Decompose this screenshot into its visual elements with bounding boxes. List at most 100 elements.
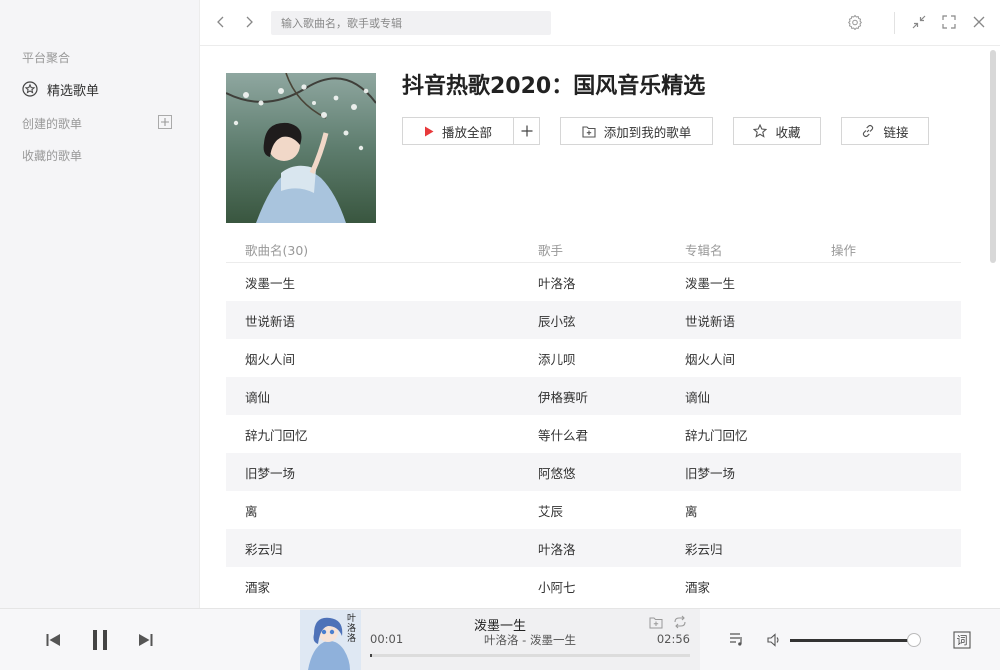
song-artist[interactable]: 小阿七: [538, 577, 576, 596]
sidebar-section-favorites: 收藏的歌单: [22, 149, 83, 163]
song-artist[interactable]: 艾辰: [538, 501, 563, 520]
next-button[interactable]: [137, 631, 155, 649]
volume-handle[interactable]: [906, 633, 921, 647]
sidebar-item-label: 精选歌单: [47, 83, 100, 99]
volume-button[interactable]: [765, 631, 783, 649]
sidebar-item-featured[interactable]: 精选歌单: [22, 79, 99, 99]
search-input[interactable]: [271, 11, 551, 35]
add-to-queue-button[interactable]: [513, 117, 540, 145]
song-title: 旧梦一场: [245, 466, 296, 481]
table-row[interactable]: 彩云归 叶洛洛 彩云归: [226, 529, 961, 567]
lyrics-button[interactable]: 词: [952, 630, 972, 650]
link-icon: [863, 124, 874, 138]
repeat-icon: [674, 615, 686, 629]
playlist-title: 抖音热歌2020：国风音乐精选: [402, 74, 706, 99]
table-row[interactable]: 酒家 小阿七 酒家: [226, 567, 961, 605]
cover-text: 叶洛洛: [347, 614, 357, 644]
song-artist[interactable]: 阿悠悠: [538, 463, 576, 482]
repeat-button[interactable]: [673, 615, 687, 629]
song-artist[interactable]: 叶洛洛: [538, 273, 576, 292]
play-all-label: 播放全部: [441, 124, 492, 140]
table-row[interactable]: 辞九门回忆 等什么君 辞九门回忆: [226, 415, 961, 453]
song-album[interactable]: 泼墨一生: [685, 273, 735, 292]
chevron-right-icon: [246, 16, 253, 28]
song-album[interactable]: 谪仙: [685, 387, 710, 406]
sidebar: 平台聚合 精选歌单 创建的歌单 收藏的歌单: [0, 0, 200, 608]
link-button[interactable]: 链接: [841, 117, 929, 145]
star-icon: [753, 124, 768, 138]
song-artist[interactable]: 辰小弦: [538, 311, 576, 330]
add-playlist-button[interactable]: [158, 115, 172, 129]
progress-bar[interactable]: [370, 654, 690, 657]
pause-icon: [93, 630, 107, 650]
top-bar: [200, 0, 1000, 46]
speaker-icon: [767, 633, 779, 647]
sidebar-section-created: 创建的歌单: [22, 117, 83, 131]
add-to-my-playlist-button[interactable]: 添加到我的歌单: [560, 117, 713, 145]
shrink-icon: [912, 15, 926, 29]
add-current-to-playlist-button[interactable]: [649, 615, 663, 629]
volume-slider[interactable]: [790, 639, 920, 642]
table-row[interactable]: 世说新语 辰小弦 世说新语: [226, 301, 961, 339]
song-artist[interactable]: 叶洛洛: [538, 539, 576, 558]
song-title: 彩云归: [245, 542, 283, 557]
settings-button[interactable]: [845, 12, 865, 32]
star-circle-icon: [22, 81, 38, 97]
add-to-my-playlist-label: 添加到我的歌单: [603, 124, 692, 140]
previous-button[interactable]: [44, 631, 62, 649]
table-row[interactable]: 烟火人间 添儿呗 烟火人间: [226, 339, 961, 377]
song-artist[interactable]: 等什么君: [538, 425, 588, 444]
sidebar-section-platform: 平台聚合: [22, 51, 71, 65]
song-title: 泼墨一生: [245, 276, 296, 291]
current-time: 00:01: [370, 632, 404, 646]
plus-icon: [161, 118, 169, 126]
forward-button[interactable]: [240, 13, 258, 31]
close-button[interactable]: [969, 12, 989, 32]
scrollbar-thumb[interactable]: [990, 50, 996, 263]
header-artist[interactable]: 歌手: [538, 240, 563, 259]
play-all-button[interactable]: 播放全部: [402, 117, 513, 145]
song-album[interactable]: 旧梦一场: [685, 463, 735, 482]
table-row[interactable]: 离 艾辰 离: [226, 491, 961, 529]
song-album[interactable]: 离: [685, 501, 698, 520]
skip-previous-icon: [46, 634, 60, 646]
total-time: 02:56: [656, 632, 690, 646]
song-album[interactable]: 酒家: [685, 577, 710, 596]
skip-next-icon: [139, 634, 153, 646]
header-album[interactable]: 专辑名: [685, 240, 723, 259]
now-playing-artist-album: 叶洛洛 - 泼墨一生: [484, 633, 576, 647]
table-row[interactable]: 旧梦一场 阿悠悠 旧梦一场: [226, 453, 961, 491]
chevron-left-icon: [217, 16, 224, 28]
mini-mode-button[interactable]: [909, 12, 929, 32]
toolbar-divider: [894, 12, 895, 34]
song-title: 烟火人间: [245, 352, 296, 367]
now-playing-cover[interactable]: 叶洛洛: [300, 610, 361, 670]
back-button[interactable]: [212, 13, 230, 31]
song-title: 辞九门回忆: [245, 428, 308, 443]
pause-button[interactable]: [89, 628, 111, 652]
song-title: 世说新语: [245, 314, 296, 329]
favorite-label: 收藏: [775, 124, 801, 140]
header-title[interactable]: 歌曲名(30): [245, 240, 308, 259]
song-album[interactable]: 彩云归: [685, 539, 723, 558]
player-bar: 叶洛洛 泼墨一生 00:01 叶洛洛 - 泼墨一生 02:56 词: [0, 608, 1000, 670]
folder-plus-icon: [649, 617, 663, 628]
fullscreen-button[interactable]: [939, 12, 959, 32]
now-playing: 叶洛洛 泼墨一生 00:01 叶洛洛 - 泼墨一生 02:56: [300, 609, 700, 670]
song-album[interactable]: 世说新语: [685, 311, 735, 330]
playlist-cover: [226, 73, 376, 223]
song-album[interactable]: 辞九门回忆: [685, 425, 748, 444]
table-row[interactable]: 泼墨一生 叶洛洛 泼墨一生: [226, 263, 961, 301]
queue-list-icon: [730, 633, 742, 646]
playlist-queue-button[interactable]: [728, 630, 746, 648]
favorite-button[interactable]: 收藏: [733, 117, 821, 145]
table-row[interactable]: 谪仙 伊格赛听 谪仙: [226, 377, 961, 415]
progress-fill: [370, 654, 372, 657]
song-album[interactable]: 烟火人间: [685, 349, 735, 368]
folder-plus-icon: [582, 125, 596, 138]
song-title: 谪仙: [245, 390, 271, 405]
link-label: 链接: [883, 124, 909, 140]
song-artist[interactable]: 添儿呗: [538, 349, 576, 368]
header-ops: 操作: [831, 243, 857, 258]
song-artist[interactable]: 伊格赛听: [538, 387, 588, 406]
